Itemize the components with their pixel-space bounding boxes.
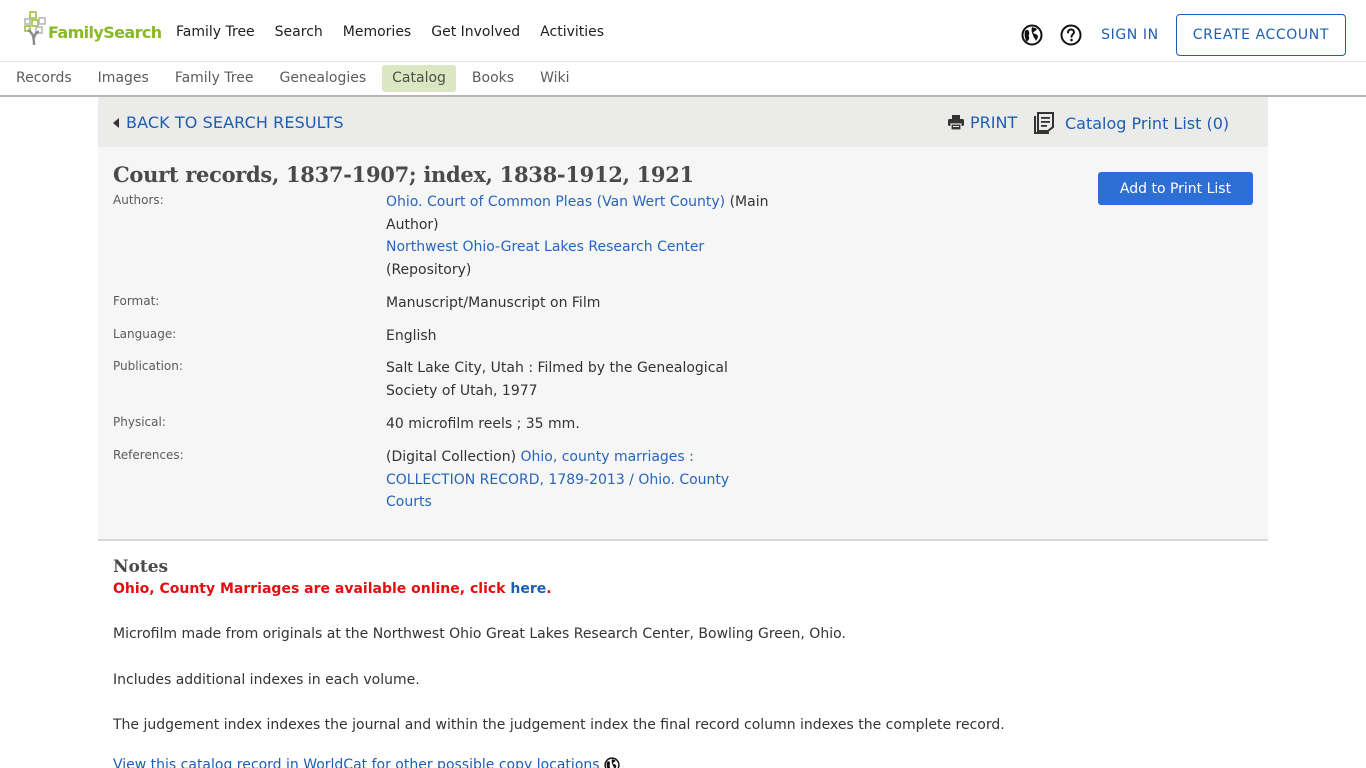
notes-heading: Notes bbox=[113, 557, 169, 577]
record-details: Court records, 1837-1907; index, 1838-19… bbox=[98, 147, 1268, 541]
notes-section: Notes Ohio, County Marriages are availab… bbox=[113, 555, 1263, 768]
sub-nav: Records Images Family Tree Genealogies C… bbox=[0, 62, 1366, 97]
printer-icon bbox=[948, 115, 964, 130]
nav-get-involved[interactable]: Get Involved bbox=[431, 22, 520, 42]
note-paragraph: Microfilm made from originals at the Nor… bbox=[113, 626, 846, 642]
back-to-search-results-link[interactable]: BACK TO SEARCH RESULTS bbox=[113, 113, 344, 132]
repository-link[interactable]: Northwest Ohio-Great Lakes Research Cent… bbox=[386, 239, 704, 255]
subnav-genealogies[interactable]: Genealogies bbox=[269, 65, 376, 92]
print-list-icon bbox=[1034, 112, 1054, 134]
alert-text: Ohio, County Marriages are available onl… bbox=[113, 581, 511, 597]
subnav-wiki[interactable]: Wiki bbox=[530, 65, 579, 92]
subnav-family-tree[interactable]: Family Tree bbox=[165, 65, 264, 92]
here-link[interactable]: here bbox=[510, 581, 546, 597]
nav-family-tree[interactable]: Family Tree bbox=[176, 22, 255, 42]
nav-memories[interactable]: Memories bbox=[343, 22, 411, 42]
alert-end: . bbox=[546, 581, 552, 597]
field-value: English bbox=[386, 328, 437, 344]
print-link[interactable]: PRINT bbox=[948, 113, 1017, 132]
print-list-label: Catalog Print List (0) bbox=[1065, 113, 1230, 133]
reference-prefix: (Digital Collection) bbox=[386, 449, 521, 465]
language-button[interactable] bbox=[1020, 23, 1044, 47]
field-label: References: bbox=[113, 448, 184, 462]
field-value: Manuscript/Manuscript on Film bbox=[386, 295, 601, 311]
field-value: (Digital Collection) Ohio, county marria… bbox=[386, 446, 746, 514]
add-to-print-list-button[interactable]: Add to Print List bbox=[1098, 172, 1253, 205]
globe-icon bbox=[1021, 24, 1043, 46]
note-paragraph: The judgement index indexes the journal … bbox=[113, 717, 1005, 733]
repository-role: (Repository) bbox=[386, 261, 472, 278]
field-label: Authors: bbox=[113, 193, 164, 207]
logo-text: FamilySearch bbox=[48, 23, 162, 42]
field-value: Ohio. Court of Common Pleas (Van Wert Co… bbox=[386, 191, 786, 281]
online-availability-alert: Ohio, County Marriages are available onl… bbox=[113, 578, 1263, 600]
nav-search[interactable]: Search bbox=[275, 22, 323, 42]
create-account-button[interactable]: CREATE ACCOUNT bbox=[1175, 14, 1346, 56]
back-label: BACK TO SEARCH RESULTS bbox=[126, 113, 344, 132]
sign-in-link[interactable]: SIGN IN bbox=[1101, 27, 1159, 43]
field-label: Language: bbox=[113, 327, 177, 341]
author-link[interactable]: Ohio. Court of Common Pleas (Van Wert Co… bbox=[386, 194, 725, 210]
globe-icon bbox=[603, 757, 620, 768]
field-value: Salt Lake City, Utah : Filmed by the Gen… bbox=[386, 360, 728, 399]
note-paragraph: Includes additional indexes in each volu… bbox=[113, 672, 420, 688]
field-label: Format: bbox=[113, 294, 160, 308]
subnav-catalog[interactable]: Catalog bbox=[382, 65, 456, 92]
tree-logo-icon bbox=[24, 11, 46, 45]
question-circle-icon bbox=[1060, 24, 1082, 46]
worldcat-label: View this catalog record in WorldCat for… bbox=[113, 757, 600, 768]
caret-left-icon bbox=[113, 117, 119, 128]
main-nav: Family Tree Search Memories Get Involved… bbox=[176, 22, 624, 42]
record-toolbar: BACK TO SEARCH RESULTS PRINT Catalog Pri… bbox=[98, 97, 1268, 147]
help-button[interactable] bbox=[1059, 23, 1083, 47]
field-label: Physical: bbox=[113, 415, 166, 429]
field-label: Publication: bbox=[113, 359, 183, 373]
top-header: FamilySearch Family Tree Search Memories… bbox=[0, 0, 1366, 62]
worldcat-link[interactable]: View this catalog record in WorldCat for… bbox=[113, 754, 620, 768]
familysearch-logo[interactable]: FamilySearch bbox=[24, 9, 162, 45]
subnav-images[interactable]: Images bbox=[88, 65, 159, 92]
record-title: Court records, 1837-1907; index, 1838-19… bbox=[113, 162, 694, 187]
field-value: 40 microfilm reels ; 35 mm. bbox=[386, 416, 580, 432]
nav-activities[interactable]: Activities bbox=[540, 22, 604, 42]
print-label: PRINT bbox=[970, 113, 1018, 132]
header-actions: SIGN IN CREATE ACCOUNT bbox=[1020, 14, 1346, 56]
subnav-books[interactable]: Books bbox=[462, 65, 524, 92]
catalog-print-list-link[interactable]: Catalog Print List (0) bbox=[1034, 112, 1229, 134]
subnav-records[interactable]: Records bbox=[6, 65, 82, 92]
